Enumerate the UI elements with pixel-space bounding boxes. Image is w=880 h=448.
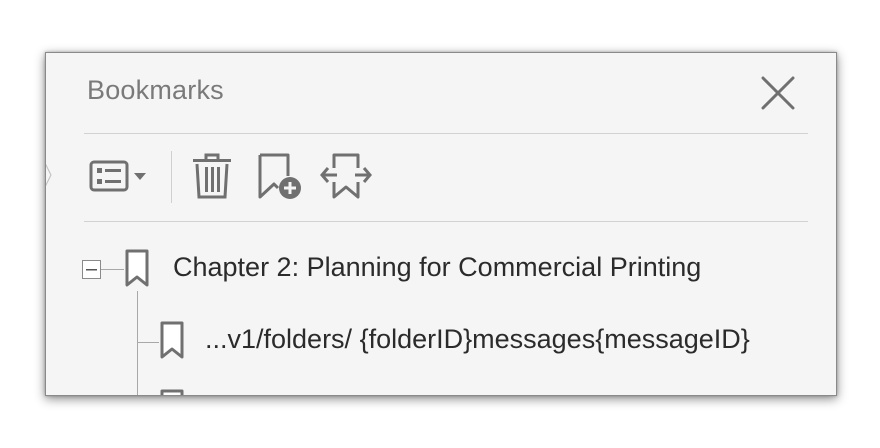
minus-box-icon — [82, 260, 101, 279]
new-bookmark-button[interactable] — [256, 151, 306, 201]
bookmark-item-folder-messages[interactable]: ...v1/folders/ {folderID}messages{messag… — [205, 324, 750, 355]
trash-icon — [193, 153, 231, 199]
delete-button[interactable] — [190, 151, 234, 201]
toolbar-divider — [84, 221, 808, 222]
bookmark-icon — [160, 321, 184, 359]
bookmark-expand-icon — [320, 153, 372, 199]
list-options-icon — [89, 160, 146, 192]
expand-bookmark-button[interactable] — [320, 151, 372, 201]
bookmark-icon — [160, 389, 184, 395]
close-button[interactable] — [758, 73, 798, 113]
tree-vertical-line — [137, 291, 138, 395]
toolbar-separator — [171, 151, 172, 203]
bookmark-item-chapter-2[interactable]: Chapter 2: Planning for Commercial Print… — [173, 252, 701, 283]
header-divider — [84, 133, 808, 134]
bookmark-icon — [125, 249, 149, 287]
bookmarks-panel: Bookmarks Chapter 2: Planning for Commer… — [45, 52, 837, 396]
panel-title: Bookmarks — [87, 75, 224, 105]
options-button[interactable] — [88, 151, 152, 201]
tree-connector — [137, 342, 159, 343]
bookmark-add-icon — [258, 153, 301, 199]
collapse-toggle[interactable] — [82, 260, 101, 279]
tree-connector — [100, 269, 124, 270]
panel-edge-notch — [46, 163, 52, 187]
close-icon — [761, 76, 795, 110]
